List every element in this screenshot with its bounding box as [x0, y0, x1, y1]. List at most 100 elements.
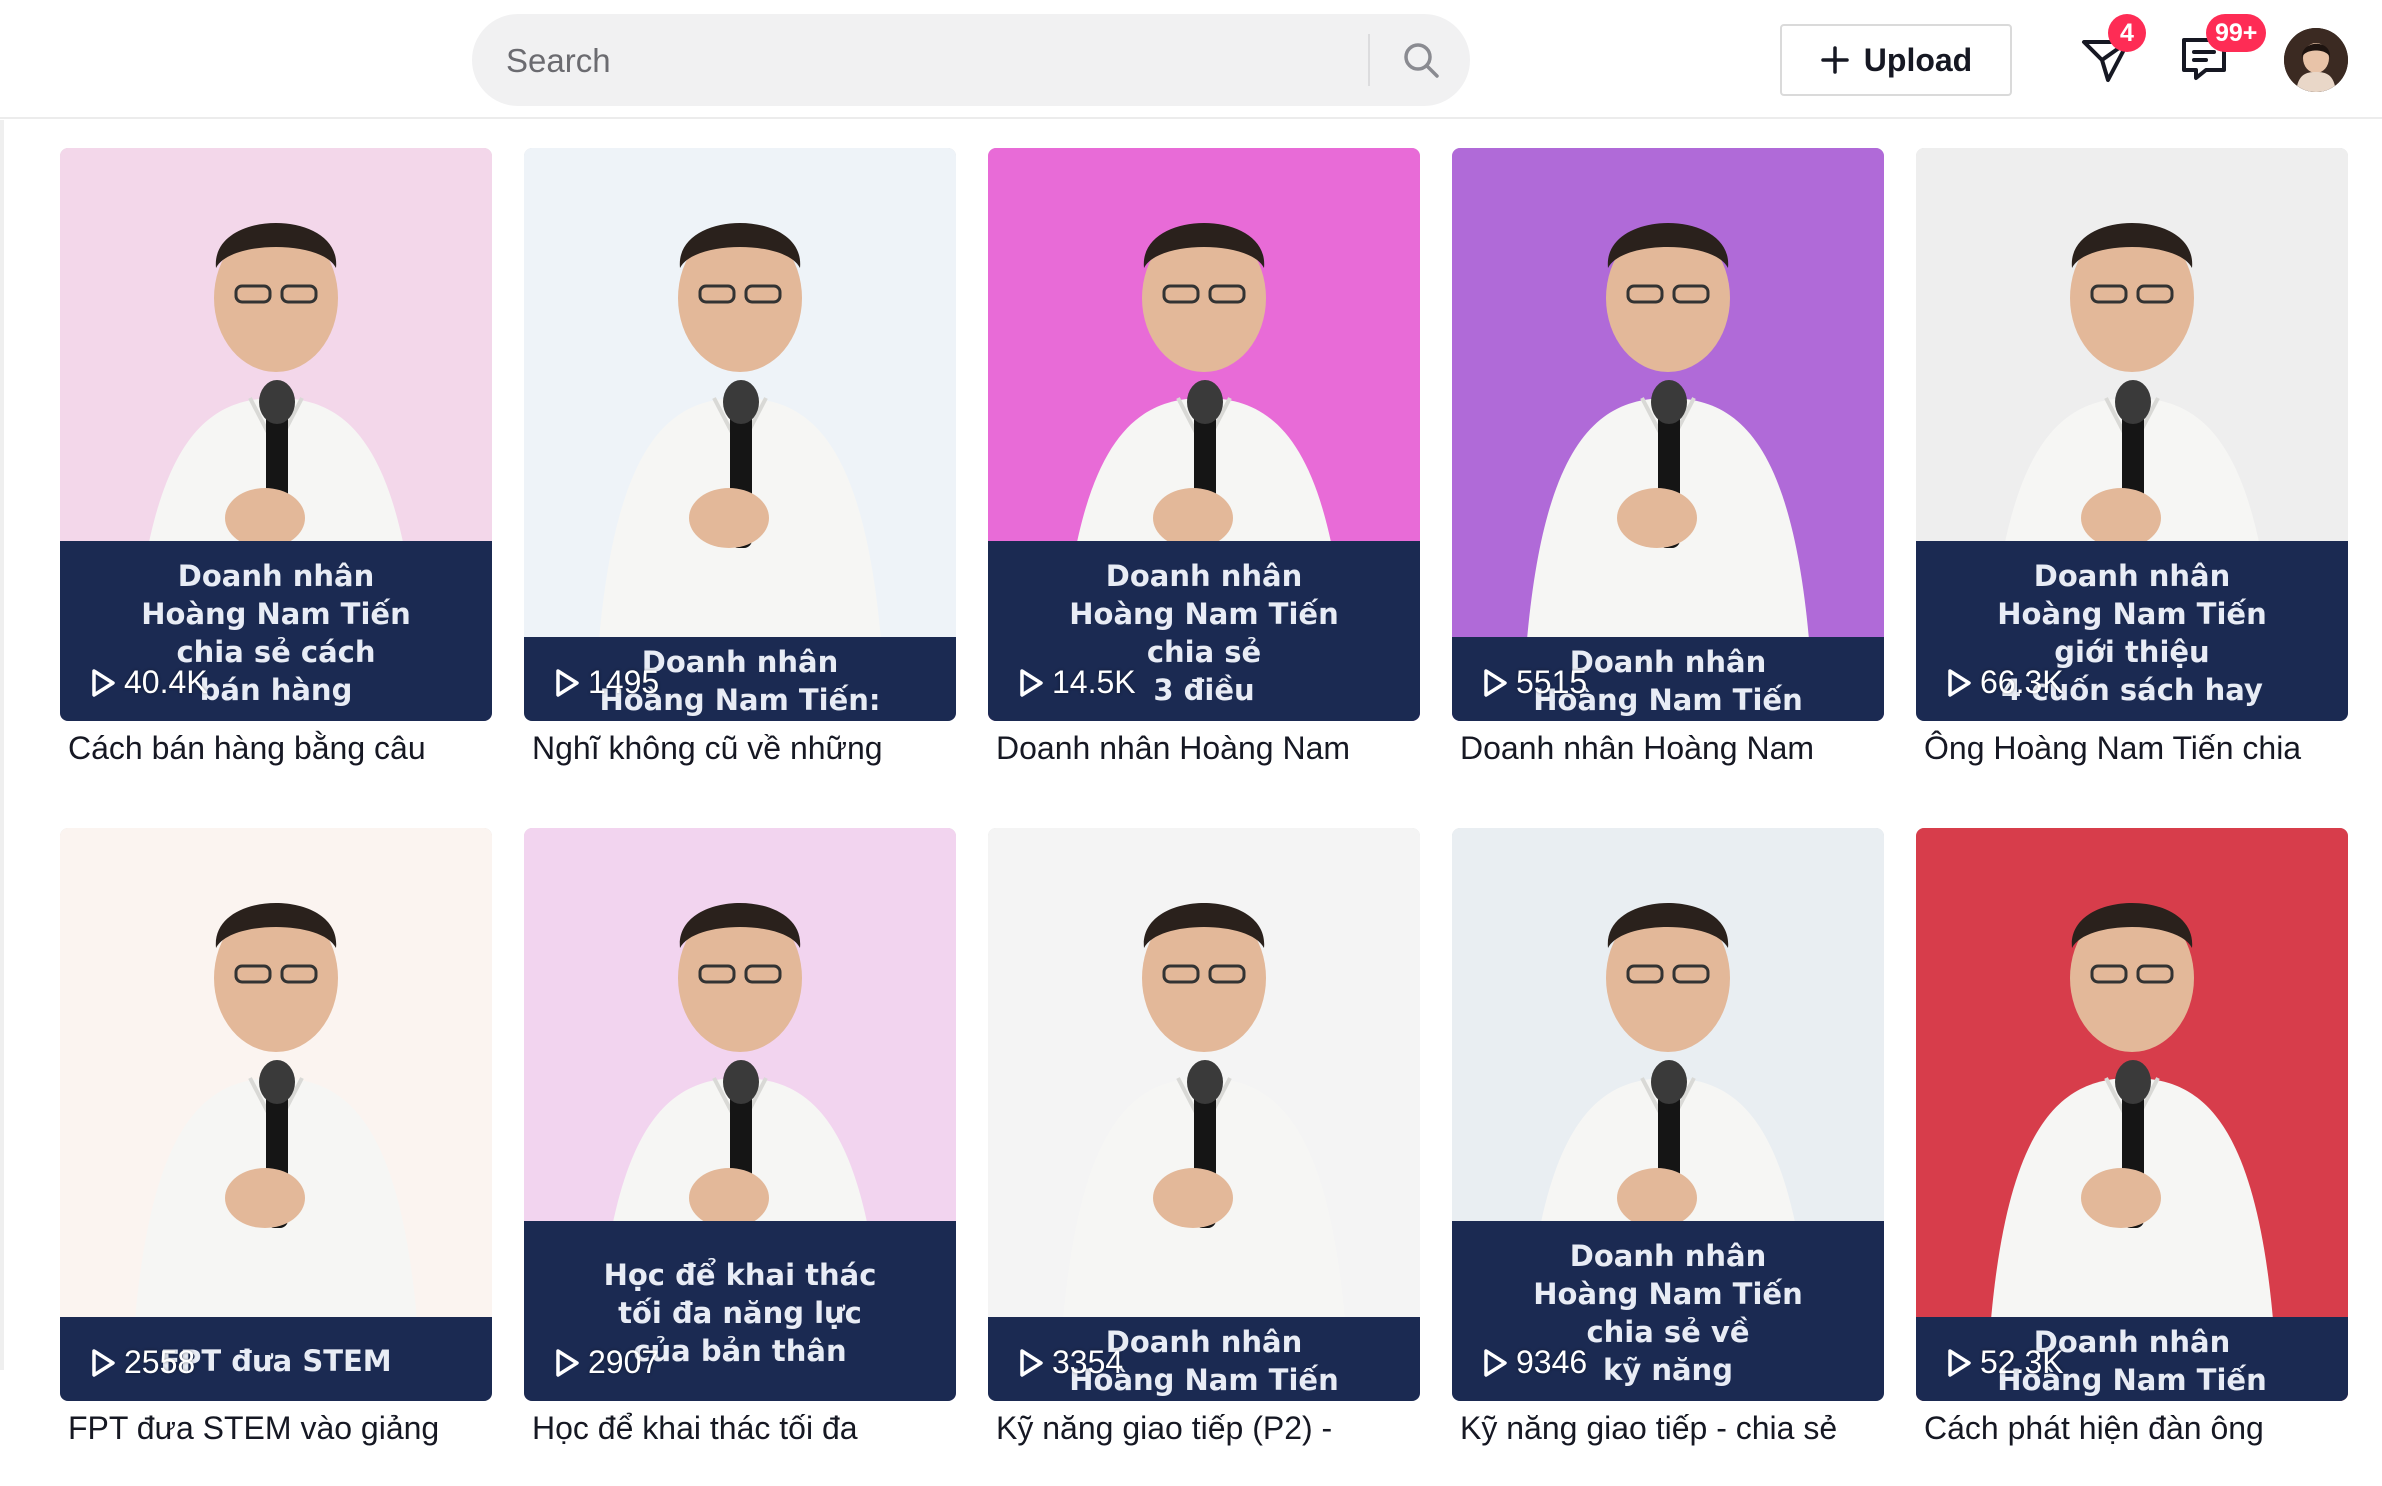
play-icon: [556, 668, 579, 697]
play-icon: [1948, 1348, 1971, 1377]
banner-text: 3 điều: [1153, 673, 1255, 707]
video-title[interactable]: Kỹ năng giao tiếp - chia sẻ: [1460, 1408, 1884, 1448]
view-count-text: 5515: [1516, 664, 1588, 700]
view-count: 2907: [554, 1344, 659, 1381]
video-title[interactable]: Học để khai thác tối đa: [532, 1408, 956, 1448]
speaker-image: [988, 828, 1420, 1401]
banner-text: Học để khai thác: [603, 1258, 877, 1292]
banner-text: bán hàng: [199, 673, 353, 707]
messages-button[interactable]: 99+: [2176, 14, 2267, 86]
search-icon: [1404, 43, 1439, 78]
video-thumbnail[interactable]: Doanh nhân Hoàng Nam Tiến giới thiệu 4 cuốn…: [1916, 148, 2348, 721]
inbox-badge: 4: [2108, 14, 2146, 52]
view-count: 66.3K: [1946, 664, 2064, 701]
banner-text: Hoàng Nam Tiến: [1997, 597, 2267, 631]
view-count-text: 40.4K: [124, 664, 208, 700]
play-icon: [92, 1348, 115, 1377]
upload-label: Upload: [1863, 41, 1973, 78]
upload-button[interactable]: Upload: [1780, 24, 2012, 96]
video-title[interactable]: Cách phát hiện đàn ông: [1924, 1408, 2348, 1448]
banner-text: của bản thân: [633, 1334, 847, 1368]
avatar[interactable]: [2284, 28, 2348, 92]
top-header: Upload 4 99+: [0, 0, 2382, 119]
banner-text: Doanh nhân: [641, 645, 839, 679]
video-title[interactable]: Doanh nhân Hoàng Nam: [1460, 728, 1884, 768]
video-card[interactable]: FPT đưa STEM 2558 FPT đưa STEM vào giảng: [60, 828, 492, 1446]
video-thumbnail[interactable]: FPT đưa STEM 2558: [60, 828, 492, 1401]
video-card[interactable]: Doanh nhân Hoàng Nam Tiến chia sẻ 3 điều 14…: [988, 148, 1420, 766]
view-count: 52.3K: [1946, 1344, 2064, 1381]
video-title[interactable]: Doanh nhân Hoàng Nam: [996, 728, 1420, 768]
search-button[interactable]: [1372, 14, 1470, 106]
play-icon: [92, 668, 115, 697]
banner-text: chia sẻ về: [1586, 1315, 1750, 1349]
video-title[interactable]: FPT đưa STEM vào giảng: [68, 1408, 492, 1448]
video-thumbnail[interactable]: Doanh nhân Hoàng Nam Tiến chia sẻ cách bán …: [60, 148, 492, 721]
video-card[interactable]: Doanh nhân Hoàng Nam Tiến 52.3K Cách phát …: [1916, 828, 2348, 1446]
view-count-text: 14.5K: [1052, 664, 1136, 700]
banner-text: Doanh nhân: [177, 559, 375, 593]
banner-text: chia sẻ: [1146, 635, 1262, 669]
view-count-text: 3354: [1052, 1344, 1124, 1380]
video-title[interactable]: Kỹ năng giao tiếp (P2) -: [996, 1408, 1420, 1448]
video-thumbnail[interactable]: Doanh nhân Hoàng Nam Tiến chia sẻ về kỹ năn…: [1452, 828, 1884, 1401]
video-card[interactable]: Doanh nhân Hoàng Nam Tiến: 1495 Nghĩ không…: [524, 148, 956, 766]
speaker-image: [524, 148, 956, 721]
banner-text: Doanh nhân: [1105, 1325, 1303, 1359]
play-icon: [1484, 668, 1507, 697]
video-title[interactable]: Cách bán hàng bằng câu: [68, 728, 492, 768]
view-count: 40.4K: [90, 664, 208, 701]
video-card[interactable]: Doanh nhân Hoàng Nam Tiến giới thiệu 4 cuốn…: [1916, 148, 2348, 766]
page-edge: [0, 120, 4, 1370]
play-icon: [556, 1348, 579, 1377]
video-title[interactable]: Ông Hoàng Nam Tiến chia: [1924, 728, 2348, 768]
play-icon: [1020, 668, 1043, 697]
view-count: 3354: [1018, 1344, 1123, 1381]
view-count: 9346: [1482, 1344, 1587, 1381]
view-count-text: 2907: [588, 1344, 660, 1380]
speaker-image: [1916, 828, 2348, 1401]
video-card[interactable]: Học để khai thác tối đa năng lực của bản t…: [524, 828, 956, 1446]
view-count-text: 2558: [124, 1344, 196, 1380]
view-count-text: 1495: [588, 664, 660, 700]
banner-text: Doanh nhân: [2033, 559, 2231, 593]
play-icon: [1484, 1348, 1507, 1377]
banner-text: Hoàng Nam Tiến: [1069, 597, 1339, 631]
speaker-image: [60, 828, 492, 1401]
video-title[interactable]: Nghĩ không cũ về những: [532, 728, 956, 768]
view-count-text: 52.3K: [1980, 1344, 2064, 1380]
video-thumbnail[interactable]: Doanh nhân Hoàng Nam Tiến: 1495: [524, 148, 956, 721]
banner-text: kỹ năng: [1603, 1353, 1733, 1387]
banner-text: tối đa năng lực: [618, 1296, 862, 1330]
search-divider: [1368, 34, 1370, 86]
play-icon: [1020, 1348, 1043, 1377]
video-thumbnail[interactable]: Doanh nhân Hoàng Nam Tiến 52.3K: [1916, 828, 2348, 1401]
view-count: 14.5K: [1018, 664, 1136, 701]
banner-text: Doanh nhân: [1569, 1239, 1767, 1273]
speaker-image: [1452, 148, 1884, 721]
plus-icon: [1821, 46, 1849, 74]
video-card[interactable]: Doanh nhân Hoàng Nam Tiến chia sẻ cách bán …: [60, 148, 492, 766]
video-card[interactable]: Doanh nhân Hoàng Nam Tiến 3354 Kỹ năng gia…: [988, 828, 1420, 1446]
banner-text: Hoàng Nam Tiến: [1533, 1277, 1803, 1311]
play-icon: [1948, 668, 1971, 697]
video-thumbnail[interactable]: Doanh nhân Hoàng Nam Tiến 3354: [988, 828, 1420, 1401]
banner-text: Doanh nhân: [1569, 645, 1767, 679]
avatar-image: [2284, 28, 2348, 92]
video-card[interactable]: Doanh nhân Hoàng Nam Tiến 5515 Doanh nhân …: [1452, 148, 1884, 766]
view-count: 1495: [554, 664, 659, 701]
search-input[interactable]: [504, 14, 1368, 108]
video-thumbnail[interactable]: Học để khai thác tối đa năng lực của bản t…: [524, 828, 956, 1401]
video-thumbnail[interactable]: Doanh nhân Hoàng Nam Tiến 5515: [1452, 148, 1884, 721]
inbox-button[interactable]: 4: [2078, 14, 2146, 86]
view-count-text: 66.3K: [1980, 664, 2064, 700]
banner-text: Doanh nhân: [1105, 559, 1303, 593]
video-thumbnail[interactable]: Doanh nhân Hoàng Nam Tiến chia sẻ 3 điều 14…: [988, 148, 1420, 721]
view-count: 2558: [90, 1344, 195, 1381]
view-count: 5515: [1482, 664, 1587, 701]
banner-text: giới thiệu: [2054, 635, 2210, 669]
video-card[interactable]: Doanh nhân Hoàng Nam Tiến chia sẻ về kỹ năn…: [1452, 828, 1884, 1446]
banner-text: Hoàng Nam Tiến: [141, 597, 411, 631]
view-count-text: 9346: [1516, 1344, 1588, 1380]
messages-badge: 99+: [2206, 14, 2267, 52]
